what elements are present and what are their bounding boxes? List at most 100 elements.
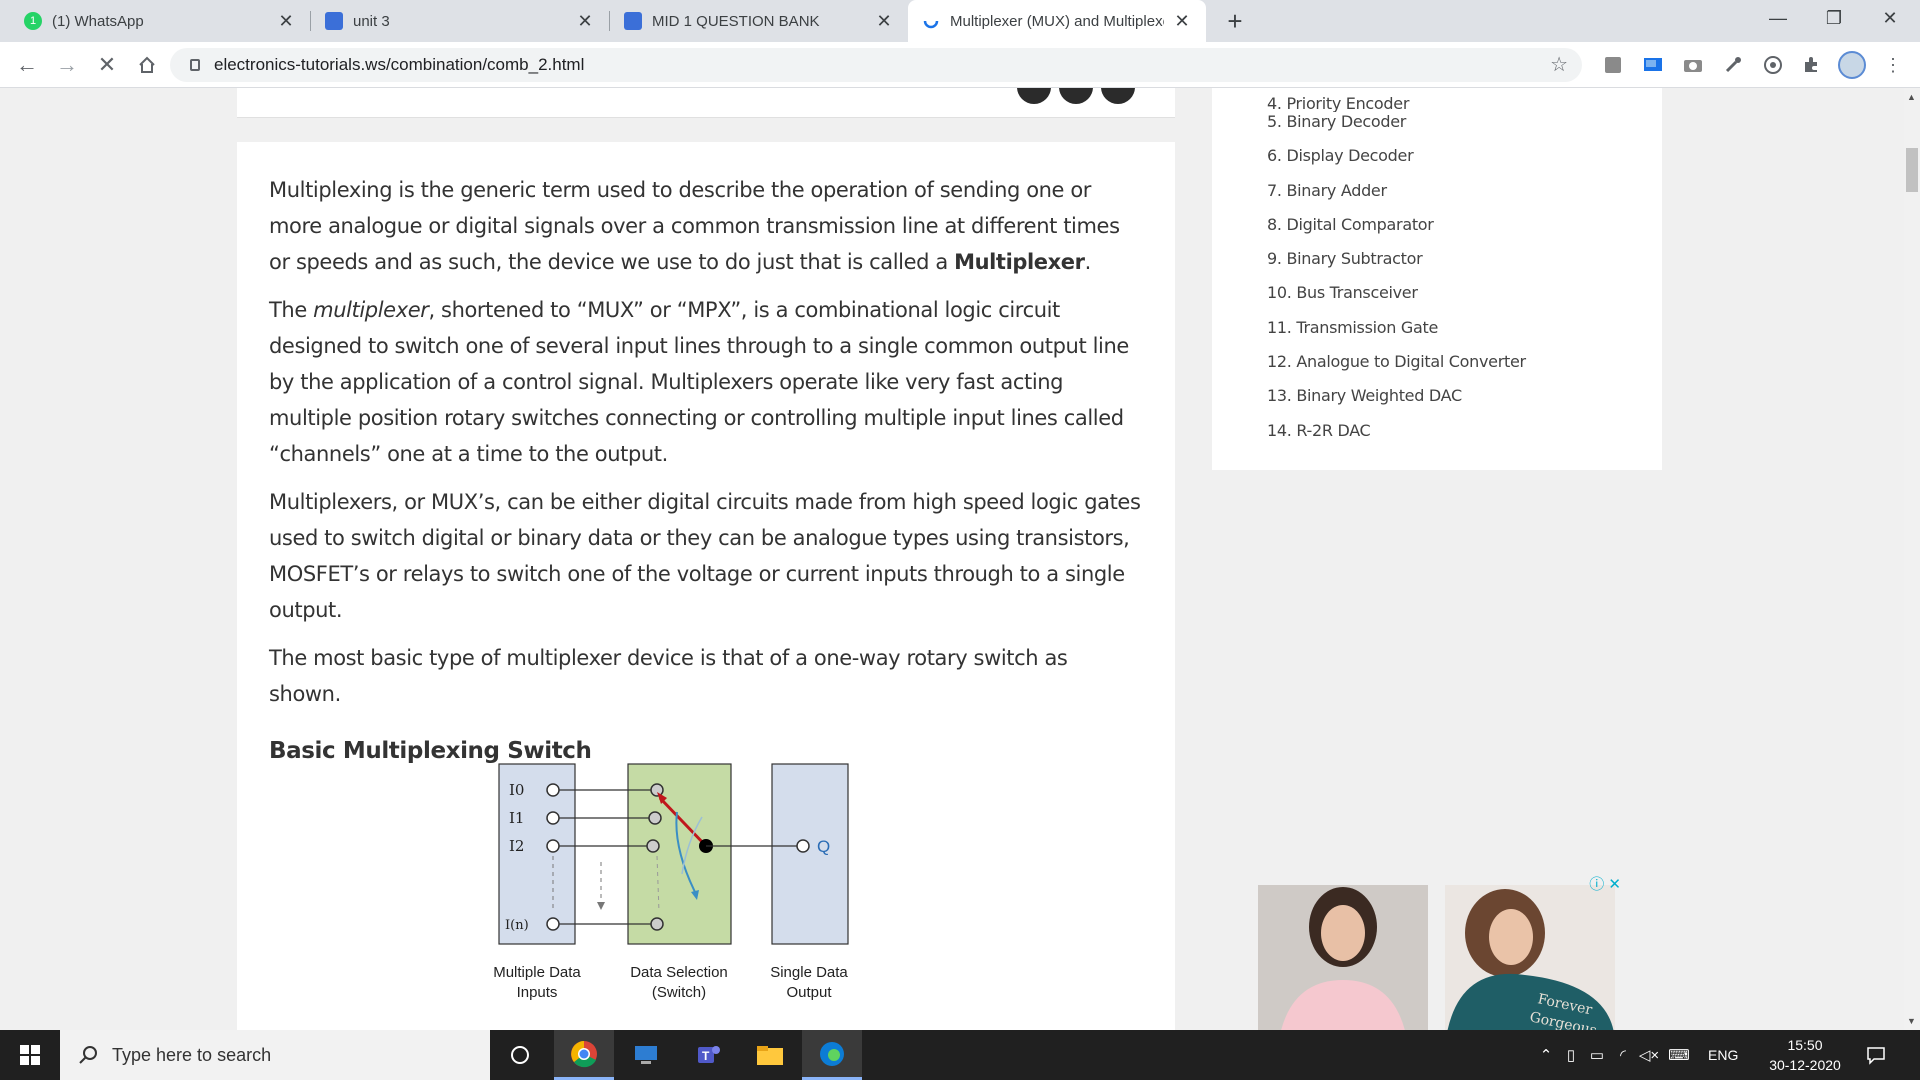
- paragraph-types: Multiplexers, or MUX’s, can be either di…: [269, 490, 1141, 622]
- tab-title: MID 1 QUESTION BANK: [652, 12, 820, 30]
- toc-item[interactable]: 13. Binary Weighted DAC: [1267, 386, 1662, 420]
- share-bar: [237, 88, 1175, 118]
- sidebar-toc: 4. Priority Encoder 5. Binary Decoder 6.…: [1212, 88, 1662, 470]
- battery-icon[interactable]: ▭: [1584, 1046, 1610, 1064]
- extensions-puzzle-icon[interactable]: [1800, 54, 1822, 76]
- windows-taskbar: Type here to search T ⌃ ▯ ▭ ◜ ◁× ⌨ ENG 1…: [0, 1030, 1920, 1080]
- device-icon[interactable]: ▯: [1558, 1046, 1584, 1064]
- system-tray: ⌃ ▯ ▭ ◜ ◁× ⌨ ENG: [1534, 1030, 1739, 1080]
- tab-title: Multiplexer (MUX) and Multiplexers: [950, 12, 1164, 30]
- close-tab-icon[interactable]: ✕: [874, 11, 894, 32]
- screen-capture-extension-icon[interactable]: [1642, 54, 1664, 76]
- language-indicator[interactable]: ENG: [1708, 1047, 1738, 1063]
- task-view-icon[interactable]: [490, 1030, 550, 1080]
- windows-start-button[interactable]: [0, 1030, 60, 1080]
- home-button[interactable]: [132, 50, 162, 80]
- output-label: Q: [817, 837, 830, 856]
- output-caption-line-2: Output: [786, 984, 832, 1001]
- input-label-2: I2: [509, 837, 524, 855]
- toc-item[interactable]: 12. Analogue to Digital Converter: [1267, 352, 1662, 386]
- tab-whatsapp[interactable]: 1 (1) WhatsApp ✕: [10, 0, 310, 42]
- facebook-share-icon[interactable]: [1017, 88, 1051, 104]
- inputs-caption-line-1: Multiple Data: [493, 964, 581, 981]
- toc-item[interactable]: 5. Binary Decoder: [1267, 112, 1662, 146]
- toc-item[interactable]: 8. Digital Comparator: [1267, 215, 1662, 249]
- back-button[interactable]: ←: [12, 50, 42, 80]
- camera-icon[interactable]: [1682, 54, 1704, 76]
- switch-box: [627, 763, 732, 945]
- ad-info-icon[interactable]: ⓘ: [1589, 876, 1604, 893]
- show-hidden-icons-icon[interactable]: ⌃: [1534, 1046, 1558, 1064]
- wifi-icon[interactable]: ◜: [1610, 1046, 1636, 1064]
- file-explorer-icon[interactable]: [740, 1030, 800, 1080]
- toc-item[interactable]: 10. Bus Transceiver: [1267, 283, 1662, 317]
- toc-item[interactable]: 7. Binary Adder: [1267, 181, 1662, 215]
- close-tab-icon[interactable]: ✕: [1172, 11, 1192, 32]
- forward-button[interactable]: →: [52, 50, 82, 80]
- volume-muted-icon[interactable]: ◁×: [1636, 1046, 1662, 1064]
- whatsapp-icon: 1: [24, 12, 42, 30]
- notifications-icon[interactable]: [1866, 1030, 1886, 1080]
- switch-caption-line-1: Data Selection: [630, 964, 728, 981]
- ad-close-icon[interactable]: ✕: [1608, 876, 1621, 893]
- ad-image-right[interactable]: Forever Gorgeous: [1445, 885, 1615, 1030]
- browser-toolbar: ← → ✕ electronics-tutorials.ws/combinati…: [0, 42, 1920, 88]
- multiplexing-switch-diagram: I0 I1 I2 I(n) Q Multiple Data Inputs Dat…: [493, 763, 849, 1001]
- keyboard-icon[interactable]: ⌨: [1662, 1046, 1696, 1064]
- ad-image-left[interactable]: [1258, 885, 1428, 1030]
- restore-button[interactable]: ❐: [1804, 0, 1864, 36]
- switch-caption-line-2: (Switch): [652, 984, 706, 1001]
- clock-time: 15:50: [1787, 1037, 1823, 1053]
- page-scrollbar[interactable]: ▲ ▼: [1904, 88, 1920, 1030]
- tab-unit-3[interactable]: unit 3 ✕: [311, 0, 609, 42]
- address-bar[interactable]: electronics-tutorials.ws/combination/com…: [170, 48, 1582, 82]
- tab-mid-1-question-bank[interactable]: MID 1 QUESTION BANK ✕: [610, 0, 908, 42]
- article-content: Multiplexing is the generic term used to…: [237, 142, 1175, 1030]
- loading-spinner-icon: [922, 12, 940, 30]
- tab-multiplexer[interactable]: Multiplexer (MUX) and Multiplexers ✕: [908, 0, 1206, 42]
- tab-strip: 1 (1) WhatsApp ✕ unit 3 ✕ MID 1 QUESTION…: [0, 0, 1920, 42]
- bookmark-star-icon[interactable]: ☆: [1550, 52, 1568, 77]
- stop-button[interactable]: ✕: [92, 50, 122, 80]
- paragraph-definition: The multiplexer, shortened to “MUX” or “…: [269, 298, 1129, 466]
- toc-item-partial[interactable]: 4. Priority Encoder: [1267, 94, 1662, 112]
- clock[interactable]: 15:50 30-12-2020: [1760, 1035, 1850, 1075]
- toc-item[interactable]: 14. R-2R DAC: [1267, 421, 1662, 455]
- teams-icon[interactable]: T: [678, 1030, 738, 1080]
- taskbar-search-box[interactable]: Type here to search: [60, 1030, 490, 1080]
- pdf-extension-icon[interactable]: [1602, 54, 1624, 76]
- output-caption-line-1: Single Data: [770, 964, 848, 981]
- advertisement[interactable]: Forever Gorgeous ⓘ ✕: [1250, 873, 1625, 1030]
- close-tab-icon[interactable]: ✕: [575, 11, 595, 32]
- input-label-0: I0: [509, 781, 524, 799]
- toc-item[interactable]: 6. Display Decoder: [1267, 146, 1662, 180]
- profile-avatar[interactable]: [1838, 51, 1866, 79]
- chrome-taskbar-icon[interactable]: [554, 1030, 614, 1080]
- edge-icon[interactable]: [802, 1030, 862, 1080]
- svg-text:T: T: [702, 1049, 710, 1063]
- multiplexer-italic-term: multiplexer: [313, 298, 429, 322]
- remote-desktop-icon[interactable]: [616, 1030, 676, 1080]
- new-tab-button[interactable]: +: [1220, 6, 1250, 37]
- twitter-share-icon[interactable]: [1059, 88, 1093, 104]
- tab-title: unit 3: [353, 12, 390, 30]
- clock-date: 30-12-2020: [1769, 1057, 1841, 1073]
- eyedropper-icon[interactable]: [1722, 54, 1744, 76]
- toc-item[interactable]: 11. Transmission Gate: [1267, 318, 1662, 352]
- scroll-down-arrow-icon[interactable]: ▼: [1907, 1016, 1916, 1026]
- instagram-share-icon[interactable]: [1101, 88, 1135, 104]
- multiplexer-bold-term: Multiplexer: [954, 250, 1085, 274]
- scrollbar-thumb[interactable]: [1906, 148, 1918, 192]
- toc-item[interactable]: 9. Binary Subtractor: [1267, 249, 1662, 283]
- close-tab-icon[interactable]: ✕: [276, 11, 296, 32]
- toc-list: 4. Priority Encoder 5. Binary Decoder 6.…: [1267, 88, 1662, 455]
- lock-icon: [190, 59, 200, 71]
- reader-extension-icon[interactable]: [1762, 54, 1784, 76]
- url-text: electronics-tutorials.ws/combination/com…: [214, 55, 585, 74]
- input-label-1: I1: [509, 809, 524, 827]
- chrome-menu-icon[interactable]: ⋮: [1882, 54, 1904, 76]
- minimize-button[interactable]: —: [1748, 0, 1808, 36]
- close-window-button[interactable]: ✕: [1860, 0, 1920, 36]
- scroll-up-arrow-icon[interactable]: ▲: [1907, 92, 1916, 102]
- section-heading: Basic Multiplexing Switch: [269, 738, 592, 764]
